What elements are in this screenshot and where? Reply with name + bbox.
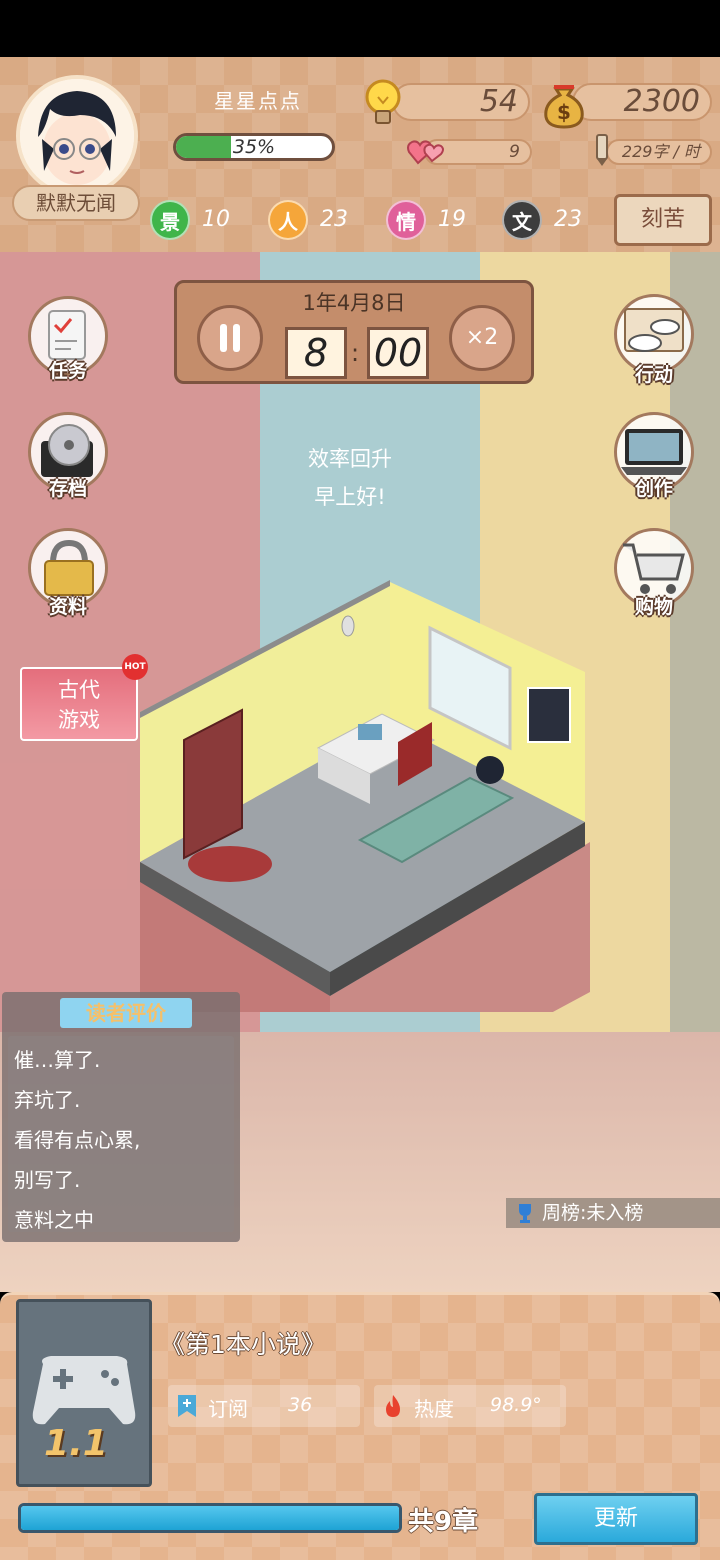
character-stat-icon: 人 bbox=[268, 200, 308, 240]
reader-reviews-panel: 读者评价 催…算了. 弃坑了. 看得有点心累, 别写了. 意料之中 bbox=[2, 992, 240, 1242]
ancient-game-label-1: 古代 bbox=[58, 678, 100, 702]
emotion-stat-icon: 情 bbox=[386, 200, 426, 240]
clock-hour: 8 bbox=[285, 327, 347, 379]
review-item: 弃坑了. bbox=[14, 1088, 81, 1112]
ideas-counter: 54 bbox=[392, 83, 530, 121]
xp-bar: 35% bbox=[173, 133, 335, 161]
review-item: 别写了. bbox=[14, 1168, 81, 1192]
review-item: 意料之中 bbox=[14, 1208, 94, 1232]
hearts-icon bbox=[406, 135, 446, 167]
shop-label: 购物 bbox=[634, 596, 673, 618]
subscribe-label: 订阅 bbox=[208, 1397, 248, 1421]
header: 默默无闻 星星点点 35% 54 2300 $ 9 229字 / 时 景 10 … bbox=[0, 57, 720, 252]
bedroom-room bbox=[140, 580, 590, 1012]
status-message: 效率回升 bbox=[308, 447, 392, 471]
rug bbox=[188, 846, 272, 882]
review-list: 催…算了. 弃坑了. 看得有点心累, 别写了. 意料之中 bbox=[8, 1036, 234, 1232]
writing-stat-value: 23 bbox=[554, 207, 582, 232]
speed-button[interactable]: ×2 bbox=[449, 305, 515, 371]
scenery-stat-icon: 景 bbox=[150, 200, 190, 240]
writing-stat-icon: 文 bbox=[502, 200, 542, 240]
trophy-icon bbox=[519, 1204, 531, 1223]
scenery-stat-value: 10 bbox=[202, 207, 230, 232]
bookmark-icon bbox=[178, 1395, 196, 1417]
novel-panel: 1.1 《第1本小说》 订阅 36 热度 98.9° 共9章 更新 bbox=[0, 1292, 720, 1560]
emotion-stat-value: 19 bbox=[438, 207, 466, 232]
novel-title: 《第1本小说》 bbox=[160, 1330, 326, 1359]
ancient-game-button[interactable]: 古代 游戏 bbox=[20, 667, 138, 741]
chapter-count: 共9章 bbox=[408, 1507, 479, 1537]
clock-panel: 1年4月8日 8 : 00 ×2 bbox=[174, 280, 534, 384]
avatar[interactable] bbox=[16, 75, 138, 197]
fire-icon bbox=[386, 1395, 400, 1417]
chapter-progress-bar bbox=[18, 1503, 402, 1533]
effort-button[interactable]: 刻苦 bbox=[614, 194, 712, 246]
subscribe-stat: 订阅 36 bbox=[168, 1385, 360, 1427]
clock-separator: : bbox=[351, 339, 360, 367]
wall-clock bbox=[341, 615, 355, 637]
player-name[interactable]: 默默无闻 bbox=[12, 185, 140, 221]
heat-label: 热度 bbox=[414, 1397, 454, 1421]
tasks-label: 任务 bbox=[48, 360, 87, 382]
profile-label: 资料 bbox=[48, 596, 87, 618]
action-label: 行动 bbox=[634, 364, 673, 386]
poster bbox=[527, 687, 571, 743]
heat-value: 98.9° bbox=[490, 1394, 542, 1416]
avatar-portrait bbox=[20, 79, 134, 193]
clock-minute: 00 bbox=[367, 327, 429, 379]
status-bar bbox=[0, 0, 720, 57]
status-messages: 效率回升 早上好! bbox=[290, 440, 410, 516]
pause-button[interactable] bbox=[197, 305, 263, 371]
ancient-game-label-2: 游戏 bbox=[58, 708, 100, 732]
laptop bbox=[358, 724, 382, 740]
subscribe-value: 36 bbox=[288, 1394, 313, 1416]
review-item: 看得有点心累, bbox=[14, 1128, 141, 1152]
writing-speed: 229字 / 时 bbox=[606, 139, 712, 165]
player-title: 星星点点 bbox=[214, 89, 302, 113]
game-scene: 1年4月8日 8 : 00 ×2 任务 存档 资料 古代 游戏 HOT 行动 创… bbox=[0, 252, 720, 1292]
lightbulb-icon bbox=[360, 77, 406, 131]
hot-badge: HOT bbox=[122, 654, 148, 680]
weekly-rank-label: 周榜:未入榜 bbox=[542, 1202, 644, 1224]
money-counter: 2300 bbox=[572, 83, 712, 121]
reader-reviews-title: 读者评价 bbox=[60, 998, 192, 1028]
character-stat-value: 23 bbox=[320, 207, 348, 232]
novel-level: 1.1 bbox=[44, 1423, 108, 1464]
status-message: 早上好! bbox=[314, 485, 386, 509]
save-label: 存档 bbox=[48, 478, 87, 500]
review-item: 催…算了. bbox=[14, 1048, 101, 1072]
svg-text:$: $ bbox=[557, 100, 571, 124]
update-button[interactable]: 更新 bbox=[534, 1493, 698, 1545]
create-label: 创作 bbox=[634, 478, 673, 500]
weekly-rank[interactable]: 周榜:未入榜 bbox=[506, 1198, 720, 1228]
money-bag-icon: $ bbox=[540, 79, 588, 129]
heat-stat: 热度 98.9° bbox=[374, 1385, 566, 1427]
xp-label: 35% bbox=[232, 136, 276, 158]
pencil-icon bbox=[592, 133, 612, 167]
chapter-progress-fill bbox=[21, 1506, 399, 1530]
sleeping-character bbox=[476, 756, 504, 784]
pause-icon bbox=[220, 324, 240, 352]
